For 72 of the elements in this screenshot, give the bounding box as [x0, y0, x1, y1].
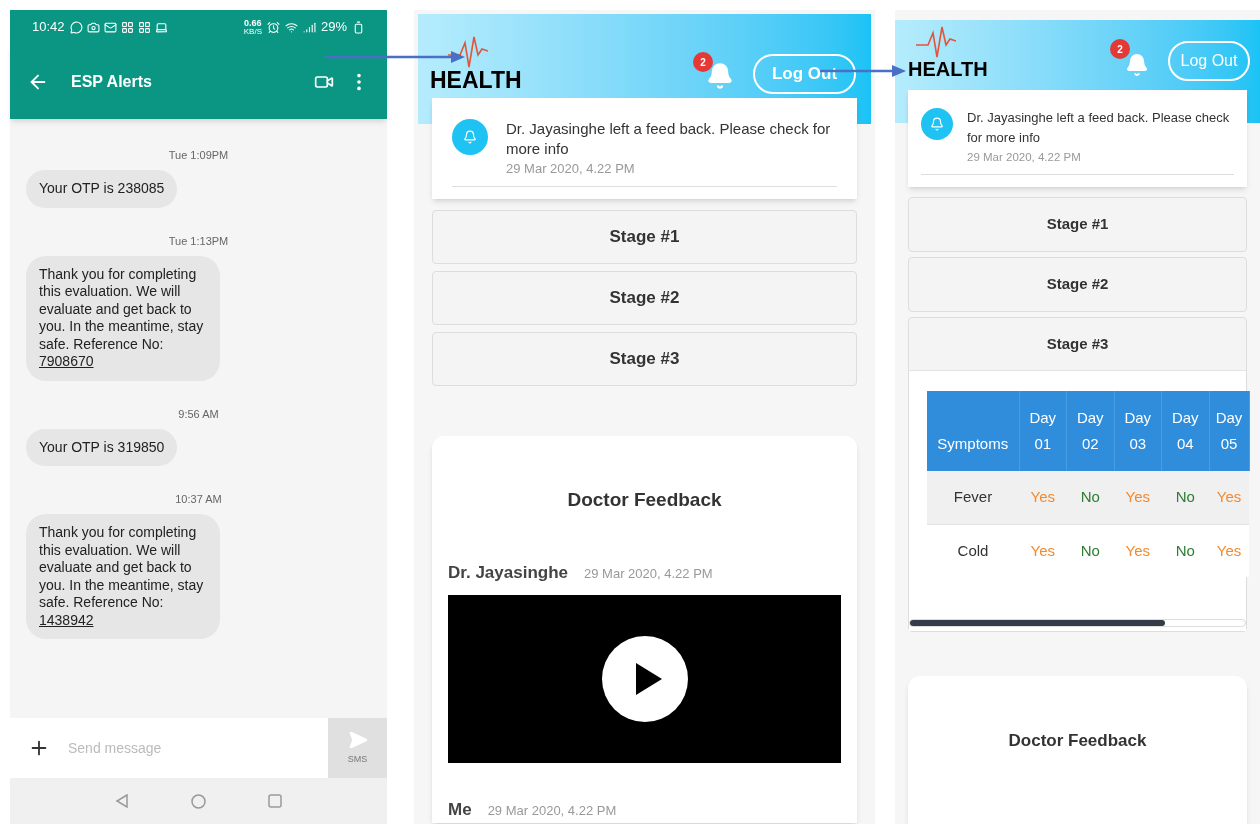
- play-icon[interactable]: [601, 636, 688, 722]
- network-speed: 0.66: [244, 18, 262, 28]
- answer-cell: Yes: [1019, 471, 1067, 524]
- bell-icon: [706, 62, 734, 90]
- notification-time: 29 Mar 2020, 4.22 PM: [967, 150, 1082, 165]
- battery-icon: [352, 20, 365, 34]
- symptom-cell: Fever: [927, 471, 1019, 524]
- message-timestamp: Tue 1:09PM: [168, 148, 229, 162]
- answer-cell: No: [1161, 471, 1209, 524]
- clock-time: 10:42: [32, 18, 65, 37]
- message-timestamp: 10:37 AM: [175, 492, 222, 506]
- send-icon: [347, 729, 368, 750]
- notification-text: Dr. Jayasinghe left a feed back. Please check for more info: [506, 119, 832, 159]
- column-header: Day 01: [1019, 391, 1067, 471]
- column-header: Day 02: [1066, 391, 1114, 471]
- bell-icon: [463, 130, 477, 144]
- heartbeat-icon: [916, 25, 956, 59]
- heartbeat-icon: [448, 35, 488, 69]
- recents-nav-icon[interactable]: [268, 794, 282, 808]
- feedback-title: Doctor Feedback: [1008, 730, 1147, 752]
- app-icon: [137, 20, 151, 34]
- message-bubble: Thank you for completing this evaluation. We will evaluate and get back to you. In the meantime, stay safe. Reference No: 1438942: [26, 514, 220, 639]
- message-bubble: Thank you for completing this evaluation. We will evaluate and get back to you. In the meantime, stay safe. Reference No: 7908670: [26, 255, 220, 381]
- battery-level: 29%: [320, 18, 347, 37]
- home-nav-icon[interactable]: [191, 793, 206, 809]
- message-bubble: Your OTP is 238085: [26, 170, 178, 208]
- laptop-icon: [154, 20, 168, 34]
- mail-icon: [103, 20, 117, 34]
- video-player[interactable]: [448, 595, 841, 763]
- signal-icon: [302, 20, 316, 34]
- notification-time: 29 Mar 2020, 4.22 PM: [506, 160, 636, 178]
- bell-icon: [1125, 53, 1149, 77]
- notification-count-badge: 2: [1110, 39, 1130, 59]
- chat-icon: [69, 20, 83, 34]
- horizontal-scrollbar[interactable]: [909, 619, 1246, 627]
- feedback-title: Doctor Feedback: [567, 488, 722, 512]
- reference-link[interactable]: 1438942: [39, 611, 94, 628]
- column-header: Day 05: [1209, 391, 1249, 471]
- logo-text: HEALTH: [430, 69, 522, 92]
- message-timestamp: Tue 1:13PM: [168, 233, 229, 248]
- reference-link[interactable]: 7908670: [39, 353, 94, 369]
- answer-cell: Yes: [1209, 524, 1249, 577]
- notification-text: Dr. Jayasinghe left a feed back. Please check for more info: [967, 109, 1231, 147]
- logo-text: HEALTH: [908, 59, 988, 79]
- message-timestamp: 9:56 AM: [178, 406, 219, 421]
- column-header: Day 04: [1161, 391, 1209, 471]
- notification-count-badge: 2: [693, 52, 713, 72]
- message-bubble: Your OTP is 319850: [26, 428, 178, 466]
- stage-header[interactable]: Stage #2: [909, 258, 1246, 311]
- stage-header[interactable]: Stage #1: [909, 198, 1246, 251]
- answer-cell: No: [1066, 471, 1114, 524]
- back-nav-icon[interactable]: [115, 794, 129, 808]
- alarm-icon: [266, 20, 280, 34]
- stage-header[interactable]: Stage #3: [433, 333, 856, 385]
- app-icon: [120, 20, 134, 34]
- answer-cell: Yes: [1114, 471, 1162, 524]
- network-unit: KB/S: [243, 27, 262, 36]
- stage-header[interactable]: Stage #1: [433, 211, 856, 263]
- send-button[interactable]: SMS: [328, 718, 387, 778]
- feedback-time: 29 Mar 2020, 4.22 PM: [584, 564, 713, 583]
- column-header: Day 03: [1114, 391, 1162, 471]
- feedback-author: Me: [448, 799, 472, 821]
- message-field[interactable]: Send message: [68, 737, 328, 759]
- answer-cell: Yes: [1209, 471, 1249, 524]
- wifi-icon: [284, 20, 298, 34]
- feedback-author: Dr. Jayasinghe: [448, 561, 568, 584]
- conversation-title: ESP Alerts: [71, 71, 152, 92]
- camera-icon: [86, 20, 100, 34]
- stage-header[interactable]: Stage #2: [433, 272, 856, 324]
- feedback-time: 29 Mar 2020, 4.22 PM: [487, 802, 617, 820]
- column-header: Symptoms: [927, 391, 1019, 471]
- bell-icon: [930, 117, 944, 131]
